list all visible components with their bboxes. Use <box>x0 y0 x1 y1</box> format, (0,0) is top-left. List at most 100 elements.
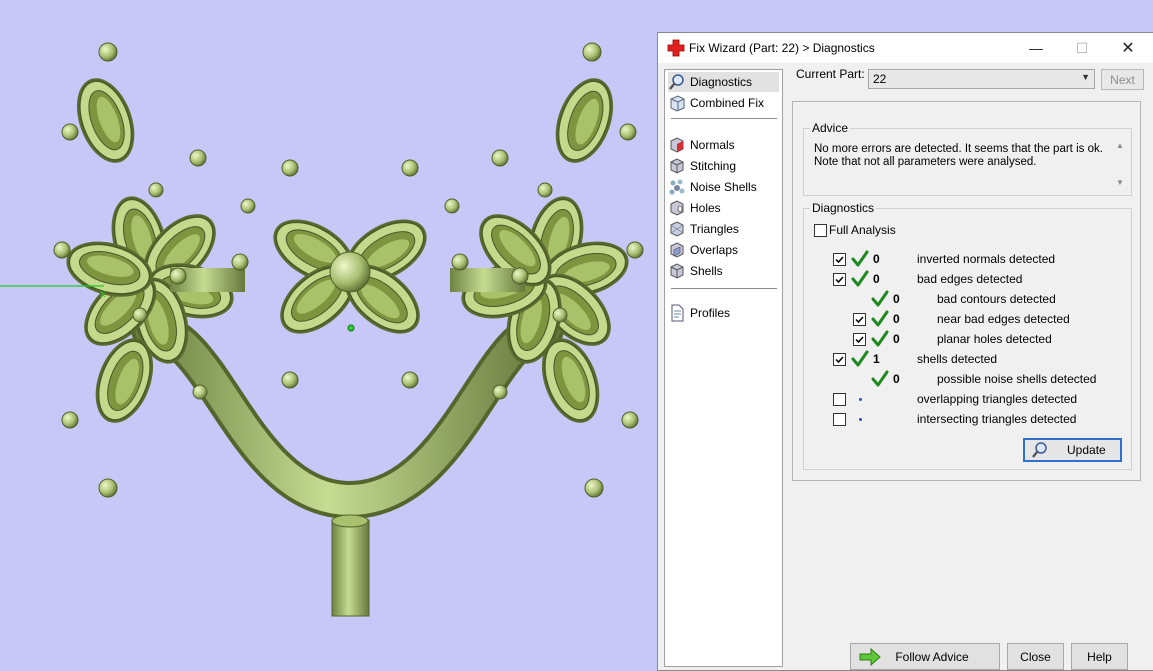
checkmark-icon <box>835 356 844 364</box>
sidebar-item-label: Triangles <box>690 222 739 236</box>
shells-count: 1 <box>873 352 880 366</box>
title-bar[interactable]: Fix Wizard (Part: 22) > Diagnostics — ☐ … <box>658 33 1153 63</box>
diagnostics-group-label: Diagnostics <box>810 201 877 215</box>
sidebar-item-label: Noise Shells <box>690 180 757 194</box>
sidebar-item-profiles[interactable]: Profiles <box>668 303 779 323</box>
planar-holes-checkbox[interactable] <box>853 333 866 346</box>
advice-line: No more errors are detected. It seems th… <box>814 143 1103 155</box>
triangles-cube-icon <box>670 221 684 237</box>
stitching-cube-icon <box>670 158 684 174</box>
part-model-render: x <box>0 42 644 617</box>
update-button[interactable]: Update <box>1023 438 1122 462</box>
advice-group-label: Advice <box>810 121 851 135</box>
sidebar-item-label: Normals <box>690 138 735 152</box>
magnifier-icon <box>1032 442 1047 458</box>
current-part-value: 22 <box>873 72 887 86</box>
sidebar-item-stitching[interactable]: Stitching <box>668 156 779 176</box>
update-button-label: Update <box>1067 443 1106 457</box>
inverted-normals-checkbox[interactable] <box>833 253 846 266</box>
magnifier-icon <box>669 74 684 90</box>
sidebar-item-diagnostics[interactable]: Diagnostics <box>668 72 779 92</box>
ok-check-icon <box>871 290 889 307</box>
overlaps-cube-icon <box>670 242 684 258</box>
sidebar-item-noise-shells[interactable]: Noise Shells <box>668 177 779 197</box>
checkmark-icon <box>835 256 844 264</box>
sidebar-item-label: Overlaps <box>690 243 739 257</box>
sidebar-item-label: Holes <box>690 201 721 215</box>
normals-cube-icon <box>670 137 684 153</box>
shells-checkbox[interactable] <box>833 353 846 366</box>
help-button[interactable]: Help <box>1071 643 1128 670</box>
sidebar-item-shells[interactable]: Shells <box>668 261 779 281</box>
checkmark-icon <box>855 316 864 324</box>
fix-wizard-dialog: Fix Wizard (Part: 22) > Diagnostics — ☐ … <box>657 32 1153 671</box>
scroll-down-icon[interactable]: ▼ <box>1116 178 1124 187</box>
sidebar-item-label: Shells <box>690 264 723 278</box>
close-window-button[interactable]: ✕ <box>1105 33 1151 63</box>
sidebar-item-label: Combined Fix <box>690 96 765 110</box>
noise-shells-icon <box>669 179 685 195</box>
window-title: Fix Wizard (Part: 22) > Diagnostics <box>689 41 875 55</box>
intersecting-triangles-label: intersecting triangles detected <box>917 412 1077 426</box>
near-bad-edges-label: near bad edges detected <box>937 312 1070 326</box>
current-part-dropdown[interactable]: 22 ▼ <box>868 69 1095 89</box>
holes-cube-icon <box>670 200 684 216</box>
ok-check-icon <box>851 270 869 287</box>
arrow-right-icon <box>859 648 881 666</box>
ok-check-icon <box>871 310 889 327</box>
wizard-sidebar: Diagnostics Combined Fix Normals Stitchi… <box>664 69 783 667</box>
checkmark-icon <box>835 276 844 284</box>
sidebar-item-overlaps[interactable]: Overlaps <box>668 240 779 260</box>
checkmark-icon <box>855 336 864 344</box>
bad-edges-checkbox[interactable] <box>833 273 846 286</box>
overlapping-triangles-label: overlapping triangles detected <box>917 392 1078 406</box>
not-run-dot-icon <box>859 398 862 401</box>
shells-label: shells detected <box>917 352 998 366</box>
combined-fix-icon <box>670 95 685 112</box>
close-button[interactable]: Close <box>1007 643 1064 670</box>
sidebar-divider <box>671 118 777 119</box>
sidebar-item-holes[interactable]: Holes <box>668 198 779 218</box>
intersecting-triangles-checkbox[interactable] <box>833 413 846 426</box>
ok-check-icon <box>871 370 889 387</box>
noise-shells-label: possible noise shells detected <box>937 372 1097 386</box>
sidebar-item-triangles[interactable]: Triangles <box>668 219 779 239</box>
bad-contours-count: 0 <box>893 292 900 306</box>
3d-viewport[interactable]: x <box>0 0 658 671</box>
sidebar-item-combined-fix[interactable]: Combined Fix <box>668 93 779 113</box>
full-analysis-checkbox[interactable] <box>814 224 827 237</box>
scroll-up-icon[interactable]: ▲ <box>1116 141 1124 150</box>
profile-document-icon <box>671 304 684 322</box>
near-bad-edges-count: 0 <box>893 312 900 326</box>
ok-check-icon <box>851 350 869 367</box>
red-cross-icon <box>667 39 685 57</box>
chevron-down-icon: ▼ <box>1081 72 1090 82</box>
advice-scrollbar[interactable]: ▲ ▼ <box>1114 141 1128 187</box>
minimize-button[interactable]: — <box>1013 33 1059 63</box>
bad-contours-label: bad contours detected <box>937 292 1056 306</box>
bad-edges-count: 0 <box>873 272 880 286</box>
shells-cube-icon <box>670 263 684 279</box>
near-bad-edges-checkbox[interactable] <box>853 313 866 326</box>
sidebar-item-label: Profiles <box>690 306 731 320</box>
sidebar-item-label: Diagnostics <box>690 75 753 89</box>
maximize-button[interactable]: ☐ <box>1059 33 1105 63</box>
not-run-dot-icon <box>859 418 862 421</box>
follow-advice-button[interactable]: Follow Advice <box>850 643 1000 670</box>
inverted-normals-count: 0 <box>873 252 880 266</box>
ok-check-icon <box>871 330 889 347</box>
sidebar-item-normals[interactable]: Normals <box>668 135 779 155</box>
ok-check-icon <box>851 250 869 267</box>
next-button[interactable]: Next <box>1101 69 1144 90</box>
bad-edges-label: bad edges detected <box>917 272 1023 286</box>
svg-text:x: x <box>100 288 106 300</box>
follow-advice-label: Follow Advice <box>895 649 969 664</box>
advice-line: Note that not all parameters were analys… <box>814 156 1037 168</box>
inverted-normals-label: inverted normals detected <box>917 252 1056 266</box>
overlapping-triangles-checkbox[interactable] <box>833 393 846 406</box>
planar-holes-label: planar holes detected <box>937 332 1052 346</box>
advice-group: Advice No more errors are detected. It s… <box>803 121 1132 196</box>
sidebar-item-label: Stitching <box>690 159 737 173</box>
current-part-label: Current Part: <box>796 67 865 81</box>
advice-text: No more errors are detected. It seems th… <box>814 143 1106 169</box>
